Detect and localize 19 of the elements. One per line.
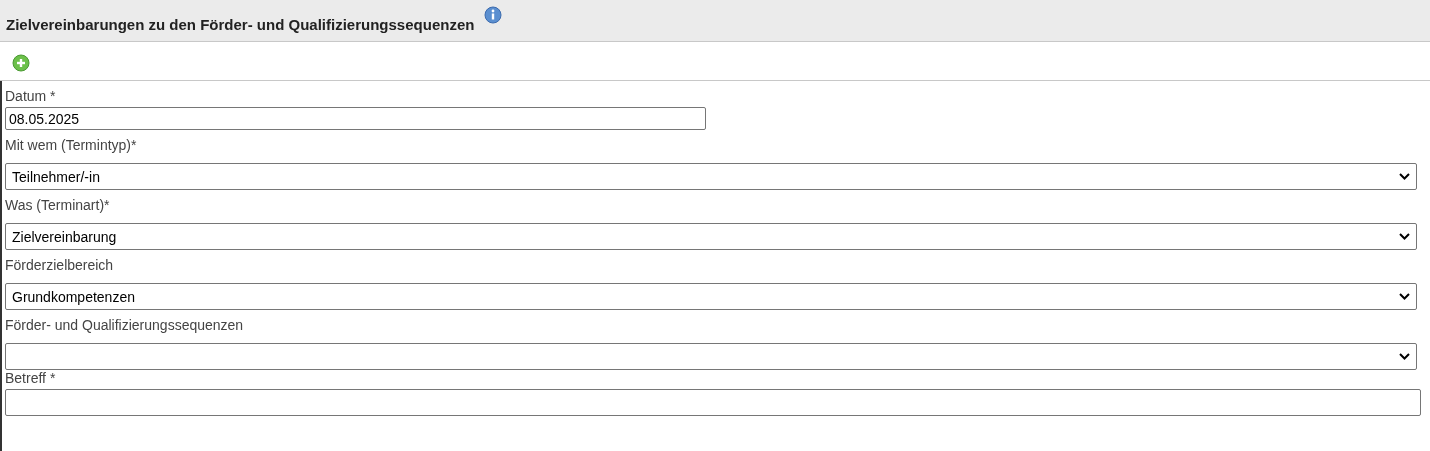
date-field[interactable]: 08.05.2025 <box>5 107 706 130</box>
field-label: Was (Terminart)* <box>5 197 110 214</box>
field-label: Betreff * <box>5 370 56 387</box>
field-label: Förder- und Qualifizierungssequenzen <box>5 317 244 334</box>
chevron-down-icon <box>1399 233 1410 240</box>
input-field[interactable] <box>5 389 1421 416</box>
field-label: Förderzielbereich <box>5 257 114 274</box>
dropdown[interactable]: Grundkompetenzen <box>5 283 1417 310</box>
add-icon[interactable] <box>12 54 30 72</box>
dropdown[interactable]: Zielvereinbarung <box>5 223 1417 250</box>
dropdown[interactable] <box>5 343 1417 370</box>
field-label: Mit wem (Termintyp)* <box>5 137 137 154</box>
info-icon[interactable] <box>484 6 503 24</box>
chevron-down-icon <box>1399 173 1410 180</box>
panel-title: Zielvereinbarungen zu den Förder- und Qualifizierungssequenzen <box>6 16 475 33</box>
chevron-down-icon <box>1399 353 1410 360</box>
field-label: Datum * <box>5 88 56 105</box>
dropdown[interactable]: Teilnehmer/-in <box>5 163 1417 190</box>
chevron-down-icon <box>1399 293 1410 300</box>
